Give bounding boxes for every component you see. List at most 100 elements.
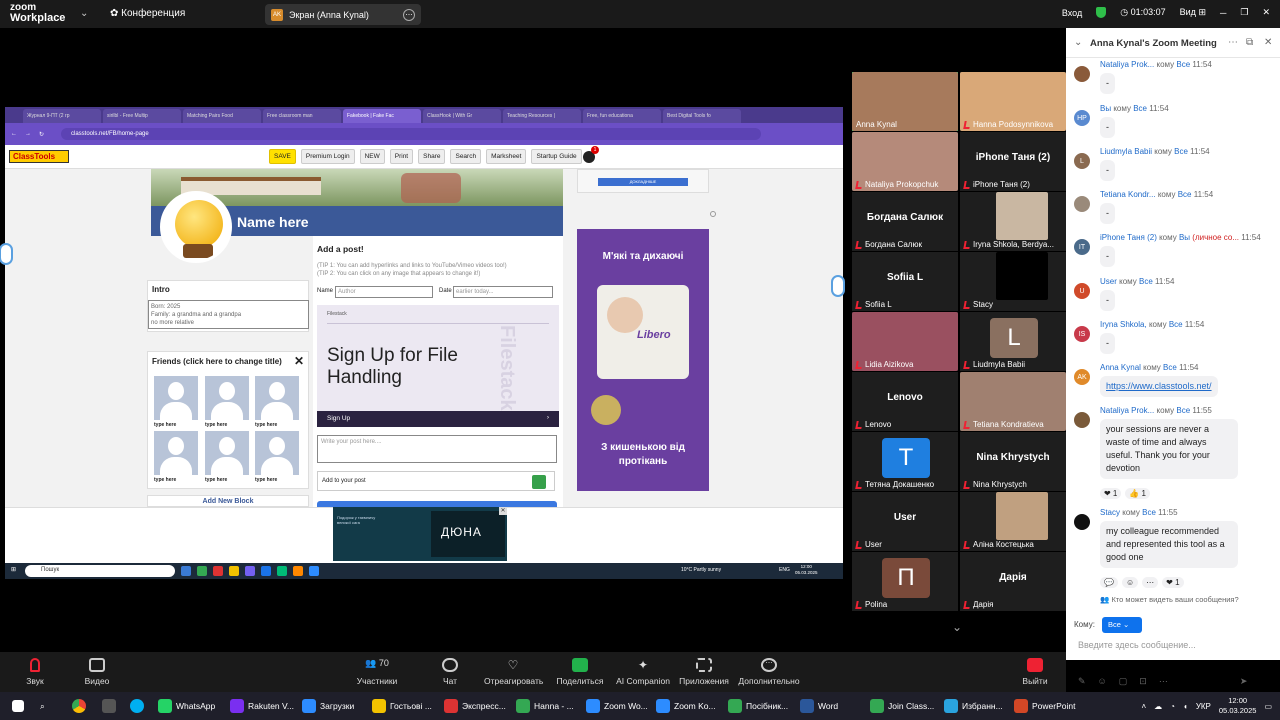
friend-label[interactable]: type here — [154, 422, 198, 428]
participant-tile[interactable]: T Тетяна Докашенко — [852, 432, 958, 491]
forward-icon[interactable]: → — [25, 131, 31, 137]
friend-photo[interactable] — [154, 376, 198, 420]
chat-input[interactable]: Введите здесь сообщение... — [1078, 640, 1196, 650]
participant-tile[interactable]: iPhone Таня (2) iPhone Таня (2) — [960, 132, 1066, 191]
message-sender[interactable]: iPhone Таня (2) — [1100, 233, 1157, 242]
intro-textarea[interactable]: Born: 2025 Family: a grandma and a grand… — [148, 300, 309, 329]
friend-card[interactable]: type here — [154, 431, 198, 485]
participant-tile[interactable]: Nina Khrystych Nina Khrystych — [960, 432, 1066, 491]
taskbar-app[interactable]: Word — [800, 697, 838, 715]
message-bubble[interactable]: - — [1100, 73, 1115, 94]
message-bubble[interactable]: your sessions are never a waste of time … — [1100, 419, 1238, 479]
video-button[interactable]: Видео — [80, 658, 114, 686]
participants-button[interactable]: 👥 70 Участники — [354, 658, 400, 686]
browser-tab[interactable]: ClassHook | With Gr — [423, 109, 501, 123]
message-bubble[interactable]: - — [1100, 290, 1115, 311]
add-new-block-button[interactable]: Add New Block — [147, 495, 309, 507]
participant-tile[interactable]: Hanna Podosynnikova — [960, 72, 1066, 131]
language-indicator[interactable]: ENG — [779, 567, 790, 573]
menu-share-button[interactable]: Share — [418, 149, 446, 164]
author-input[interactable]: Author — [335, 286, 433, 298]
menu-save-button[interactable]: SAVE — [269, 149, 296, 164]
zoom-icon[interactable] — [309, 566, 319, 576]
participant-tile[interactable]: Дарія Дарія — [960, 552, 1066, 611]
more-icon[interactable]: ⋯ — [1228, 37, 1238, 48]
taskbar-app[interactable]: Посібник... — [728, 697, 788, 715]
chrome-icon[interactable] — [72, 697, 86, 715]
viber-icon[interactable] — [245, 566, 255, 576]
participant-tile[interactable]: Lidia Aizikova — [852, 312, 958, 371]
message-sender[interactable]: Stacy — [1100, 508, 1120, 517]
friend-label[interactable]: type here — [154, 477, 198, 483]
taskbar-app[interactable]: Экспресс... — [444, 697, 506, 715]
onedrive-icon[interactable]: ☁ — [1154, 702, 1162, 711]
message-bubble[interactable]: - — [1100, 160, 1115, 181]
maximize-icon[interactable]: ❐ — [1240, 7, 1248, 18]
bell-icon[interactable]: 1 — [583, 146, 599, 163]
message-sender[interactable]: Liudmyla Babii — [1100, 147, 1152, 156]
close-icon[interactable]: ✕ — [1262, 7, 1270, 18]
more-icon[interactable]: ⋯ — [1159, 676, 1168, 687]
participant-tile[interactable]: Nataliya Prokopchuk — [852, 132, 958, 191]
date-input[interactable]: earlier today... — [453, 286, 553, 298]
friend-label[interactable]: type here — [255, 422, 299, 428]
shield-icon[interactable] — [1096, 7, 1107, 18]
classtools-logo[interactable]: ClassTools — [9, 150, 69, 163]
app-icon[interactable] — [261, 566, 271, 576]
browser-tab[interactable]: Free classroom man — [263, 109, 341, 123]
calculator-icon[interactable] — [102, 697, 116, 715]
profile-avatar[interactable] — [160, 191, 232, 263]
filestack-signup-button[interactable]: Sign Up › — [317, 411, 559, 427]
chrome-icon[interactable] — [197, 566, 207, 576]
ad-choices-icon[interactable] — [710, 211, 716, 217]
leave-button[interactable]: Выйти — [1020, 658, 1050, 686]
login-button[interactable]: Вход — [1062, 8, 1082, 18]
chat-button[interactable]: Чат — [440, 658, 460, 686]
taskbar-app[interactable]: Загрузки — [302, 697, 354, 715]
message-sender[interactable]: Вы — [1100, 104, 1111, 113]
recipient-select[interactable]: Все ⌄ — [1102, 617, 1142, 633]
chevron-up-icon[interactable]: ˄ — [1141, 702, 1146, 711]
menu-print-button[interactable]: Print — [389, 149, 414, 164]
friend-photo[interactable] — [205, 376, 249, 420]
friend-photo[interactable] — [205, 431, 249, 475]
back-icon[interactable]: ← — [11, 131, 17, 137]
reply-icon[interactable]: 💬 — [1100, 577, 1118, 588]
reaction-chip[interactable]: ❤ 1 — [1100, 488, 1122, 499]
file-icon[interactable]: ▢ — [1119, 676, 1128, 687]
friend-card[interactable]: type here — [154, 376, 198, 430]
taskbar-app[interactable]: PowerPoint — [1014, 697, 1075, 715]
message-sender[interactable]: Nataliya Prok... — [1100, 406, 1154, 415]
message-sender[interactable]: Tetiana Kondr... — [1100, 190, 1156, 199]
send-icon[interactable]: ➤ — [1240, 676, 1248, 687]
view-button[interactable]: Вид ⊞ — [1180, 7, 1206, 18]
participant-tile[interactable]: User User — [852, 492, 958, 551]
app-icon[interactable] — [277, 566, 287, 576]
pdf-icon[interactable] — [213, 566, 223, 576]
notifications-icon[interactable]: ▭ — [1264, 702, 1272, 711]
friend-label[interactable]: type here — [255, 477, 299, 483]
video-ad[interactable]: Подорож у таємничу великої сага ДЮНА ✕ — [333, 507, 507, 561]
taskbar-app[interactable]: Гостьові ... — [372, 697, 432, 715]
app-icon[interactable] — [181, 566, 191, 576]
browser-tab[interactable]: Matching Pairs Food — [183, 109, 261, 123]
post-textarea[interactable]: Write your post here.... — [317, 435, 557, 463]
reload-icon[interactable]: ↻ — [39, 131, 44, 138]
skype-icon[interactable] — [130, 697, 144, 715]
top-ad[interactable]: ДОКЛАДНІШЕ — [577, 169, 709, 193]
format-icon[interactable]: ✎ — [1078, 676, 1086, 687]
taskbar-app[interactable]: Zoom Wo... — [586, 697, 648, 715]
browser-tab[interactable]: Fakebook | Fake Fac — [343, 109, 421, 123]
screenshot-icon[interactable]: ⊡ — [1139, 676, 1147, 687]
apps-button[interactable]: Приложения — [678, 658, 730, 686]
participant-tile[interactable]: Sofiia L Sofiia L — [852, 252, 958, 311]
message-sender[interactable]: Anna Kynal — [1100, 363, 1141, 372]
add-to-post-bar[interactable]: Add to your post — [317, 471, 555, 491]
profile-name[interactable]: Name here — [237, 214, 309, 230]
more-button[interactable]: ⋯ Дополнительно — [738, 658, 800, 686]
wifi-icon[interactable]: ◔ — [1170, 702, 1175, 711]
language-indicator[interactable]: УКР — [1196, 702, 1211, 711]
message-bubble[interactable]: - — [1100, 333, 1115, 354]
browser-tab[interactable]: Журнал 9-ПТ (2 гр — [23, 109, 101, 123]
participant-tile[interactable]: Аліна Костецька — [960, 492, 1066, 551]
